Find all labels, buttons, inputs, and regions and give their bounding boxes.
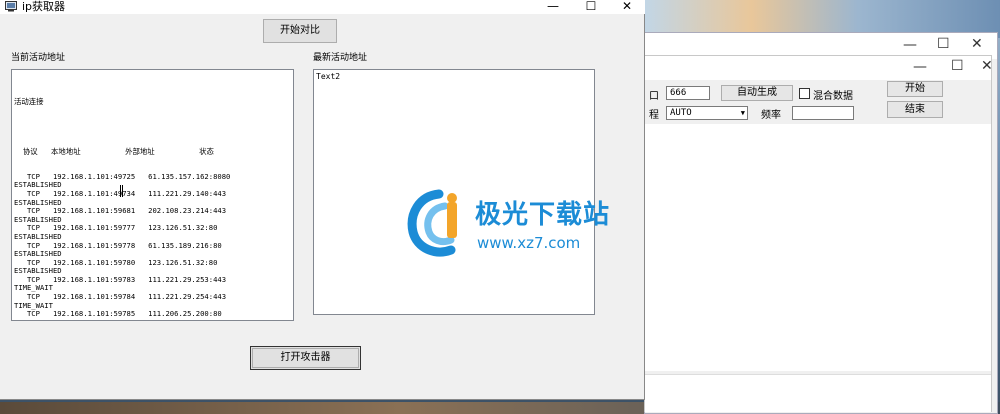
auto-generate-button[interactable]: 自动生成 [721, 85, 793, 101]
watermark-url: www.xz7.com [477, 234, 581, 252]
mode-select[interactable]: AUTO ▼ [666, 106, 748, 120]
open-attacker-button[interactable]: 打开攻击器 [250, 346, 361, 370]
connection-local: 192.168.1.101:49725 [52, 171, 149, 181]
connection-local: 192.168.1.101:59778 [52, 240, 149, 250]
connection-local: 192.168.1.101:59784 [52, 292, 149, 302]
frequency-label: 频率 [761, 110, 781, 121]
connection-local: 192.168.1.101:59777 [52, 223, 149, 233]
close-icon[interactable]: ✕ [981, 58, 993, 74]
connection-remote: 202.108.23.214:443 [148, 206, 227, 216]
text-cursor-icon [120, 185, 123, 197]
connection-proto: TCP [14, 223, 53, 233]
connection-proto: TCP [14, 188, 53, 198]
connections-list: 活动连接 协议 本地地址 外部地址 状态 TCP 192.168.1.101:4… [12, 70, 293, 320]
watermark-logo-icon [407, 189, 457, 257]
attack-window-titlebar[interactable]: — ☐ ✕ [645, 56, 993, 80]
main-titlebar[interactable]: ip获取器 — ☐ ✕ [0, 0, 645, 14]
watermark: 极光下载站 www.xz7.com [405, 188, 645, 264]
connection-proto: TCP [14, 309, 53, 319]
current-connections-textbox[interactable]: 活动连接 协议 本地地址 外部地址 状态 TCP 192.168.1.101:4… [11, 69, 294, 321]
maximize-icon[interactable]: ☐ [937, 36, 950, 52]
attack-tool-window[interactable]: — ☐ ✕ 口 666 自动生成 混合数据 开始 程 AUTO ▼ 频率 结束 [644, 55, 993, 412]
connection-row: TCP 192.168.1.101:59783 111.221.29.253:4… [14, 274, 293, 285]
mixed-data-label: 混合数据 [813, 91, 853, 102]
connection-proto: TCP [14, 206, 53, 216]
start-compare-button[interactable]: 开始对比 [263, 19, 337, 43]
connection-remote: 111.221.29.253:443 [148, 274, 227, 284]
connection-remote: 123.126.51.32:80 [148, 257, 218, 267]
connection-row: TCP 192.168.1.101:59784 111.221.29.254:4… [14, 292, 293, 302]
connection-rows: TCP 192.168.1.101:49725 61.135.157.162:8… [14, 171, 293, 320]
minimize-icon[interactable]: — [913, 59, 927, 75]
connection-remote: 123.126.51.32:80 [148, 223, 218, 233]
maximize-icon[interactable]: ☐ [951, 58, 964, 74]
connection-local: 192.168.1.101:49734 [52, 188, 149, 198]
mode-label: 程 [649, 110, 659, 121]
connection-remote: 111.221.29.140:443 [148, 188, 227, 198]
connection-remote: 61.135.189.216:80 [148, 240, 222, 250]
connection-remote: 111.221.29.254:443 [148, 292, 227, 302]
end-button[interactable]: 结束 [887, 101, 943, 118]
connection-local: 192.168.1.101:59681 [52, 206, 149, 216]
connection-proto: TCP [14, 292, 53, 302]
port-input[interactable]: 666 [666, 86, 710, 100]
connection-local: 192.168.1.101:59785 [52, 309, 149, 319]
maximize-icon[interactable]: ☐ [576, 0, 606, 14]
latest-address-label: 最新活动地址 [313, 53, 368, 63]
dropdown-arrow-icon[interactable]: ▼ [741, 107, 745, 119]
mode-value: AUTO [670, 108, 692, 118]
connections-heading: 活动连接 [14, 97, 44, 107]
attack-output-area [645, 124, 991, 371]
window-title: ip获取器 [22, 0, 66, 13]
latest-text: Text2 [316, 72, 341, 81]
watermark-title: 极光下载站 [475, 200, 611, 230]
close-icon[interactable]: ✕ [971, 36, 983, 52]
connection-row: TCP 192.168.1.101:59785 111.206.25.200:8… [14, 309, 293, 319]
start-button[interactable]: 开始 [887, 81, 943, 97]
connection-state: TIME_WAIT [14, 318, 293, 320]
port-label: 口 [649, 91, 659, 102]
attack-lower-area [645, 374, 991, 412]
close-icon[interactable]: ✕ [612, 0, 642, 14]
current-address-label: 当前活动地址 [11, 53, 66, 63]
connection-remote: 61.135.157.162:8080 [148, 171, 231, 181]
minimize-icon[interactable]: — [903, 37, 917, 53]
connections-columns: 协议 本地地址 外部地址 状态 [14, 146, 214, 156]
connection-remote: 111.206.25.200:80 [148, 309, 222, 319]
mixed-data-checkbox[interactable] [799, 88, 810, 99]
connection-local: 192.168.1.101:59783 [52, 274, 149, 284]
connection-local: 192.168.1.101:59780 [52, 257, 149, 267]
frequency-input[interactable] [792, 106, 854, 120]
app-icon [5, 1, 17, 12]
minimize-icon[interactable]: — [538, 0, 568, 14]
